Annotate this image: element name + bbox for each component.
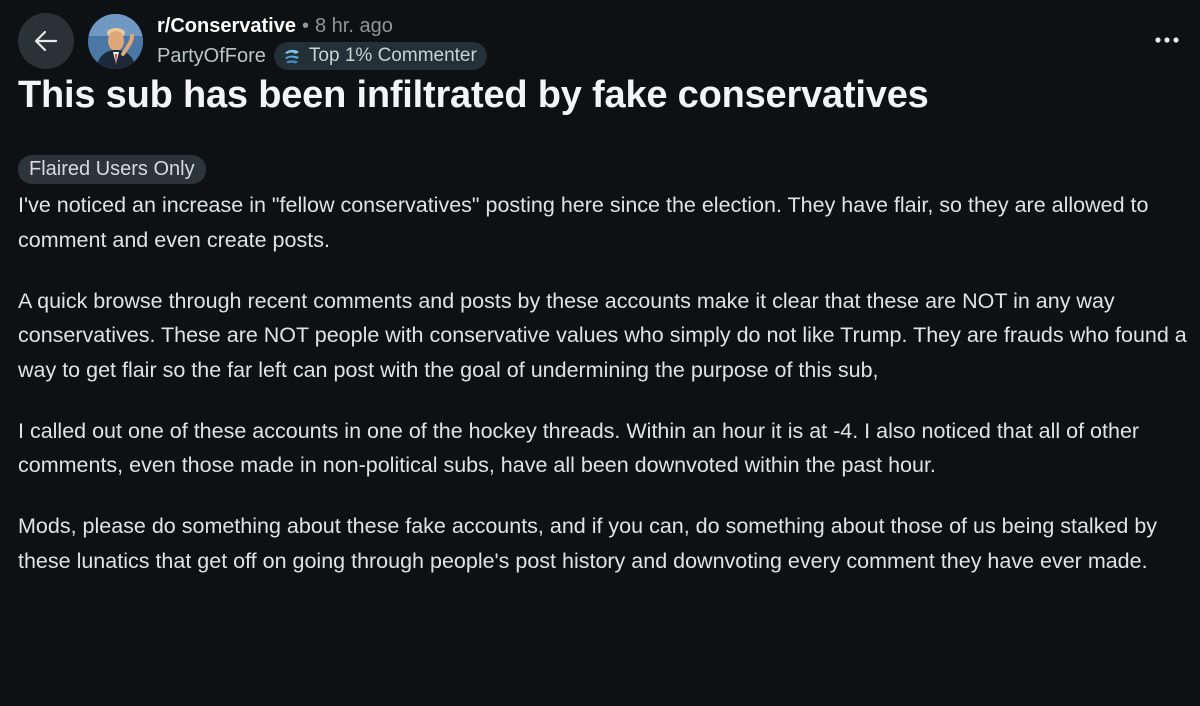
- post-paragraph: I called out one of these accounts in on…: [18, 418, 1140, 478]
- post-time: 8 hr. ago: [314, 14, 393, 37]
- subreddit-link[interactable]: r/Conservative: [157, 15, 296, 38]
- more-options-button[interactable]: [1152, 26, 1182, 54]
- author-username[interactable]: PartyOfFore: [157, 45, 266, 68]
- badge-label: Top 1% Commenter: [308, 45, 477, 66]
- back-button[interactable]: [18, 13, 74, 69]
- post-paragraph: A quick browse through recent comments a…: [18, 288, 1187, 382]
- meta-separator: •: [301, 14, 309, 37]
- post-header: r/Conservative • 8 hr. ago PartyOfFore T…: [18, 12, 1182, 70]
- avatar[interactable]: [88, 14, 143, 69]
- post-paragraph: Mods, please do something about these fa…: [18, 514, 1158, 573]
- post-flair[interactable]: Flaired Users Only: [18, 155, 206, 184]
- post-meta: r/Conservative • 8 hr. ago PartyOfFore T…: [157, 12, 487, 71]
- post-title: This sub has been infiltrated by fake co…: [18, 74, 929, 116]
- commenter-badge-icon: [284, 49, 299, 64]
- commenter-badge: Top 1% Commenter: [273, 42, 487, 70]
- arrow-left-icon: [34, 30, 58, 52]
- post-body: I've noticed an increase in "fellow cons…: [18, 188, 1188, 605]
- post-page: r/Conservative • 8 hr. ago PartyOfFore T…: [0, 0, 1200, 706]
- post-paragraph: I've noticed an increase in "fellow cons…: [18, 193, 1149, 252]
- more-horizontal-icon: [1155, 37, 1179, 43]
